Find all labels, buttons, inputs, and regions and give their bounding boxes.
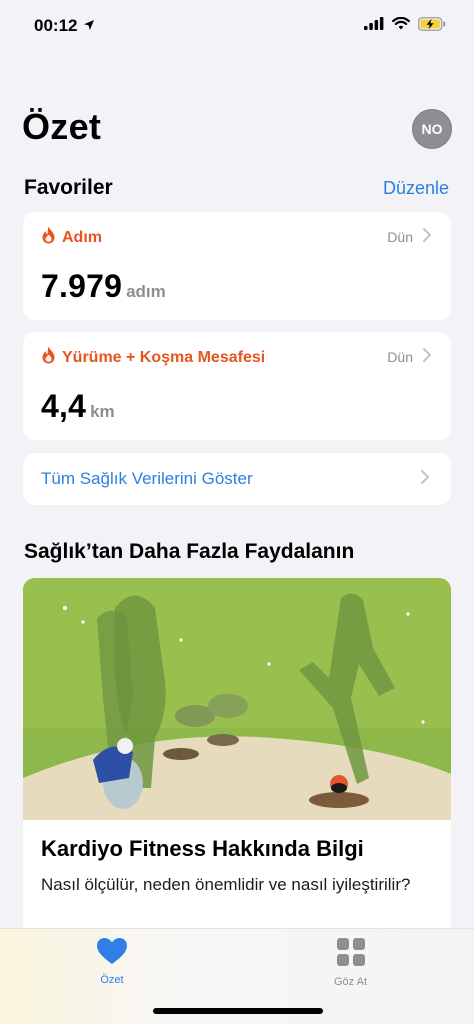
steps-date-label: Dün [387,228,413,245]
profile-avatar[interactable]: NO [412,109,452,149]
status-bar: 00:12 [0,0,474,52]
cellular-signal-icon [364,17,384,35]
cardio-fitness-illustration [23,578,451,820]
tab-summary[interactable]: Özet [96,937,128,986]
flame-icon [41,226,56,249]
steps-unit: adım [126,282,166,301]
steps-card-date: Dün [387,228,431,245]
show-all-health-data-button[interactable]: Tüm Sağlık Verilerini Göster [23,453,451,505]
steps-card[interactable]: Adım Dün 7.979 adım [23,212,451,320]
tab-browse-label: Göz At [334,976,368,988]
chevron-right-icon [423,228,431,245]
distance-date-label: Dün [387,348,413,365]
status-left: 00:12 [34,16,95,36]
steps-value: 7.979 [41,268,123,304]
battery-charging-icon [417,16,446,36]
steps-card-header: Adım [41,226,102,249]
tab-summary-label: Özet [100,974,124,986]
home-indicator [153,1008,323,1014]
more-section-title: Sağlık’tan Daha Fazla Faydalanın [24,540,355,563]
chevron-right-icon [421,469,429,489]
page-title: Özet [22,106,102,147]
distance-card[interactable]: Yürüme + Koşma Mesafesi Dün 4,4 km [23,332,451,440]
chevron-right-icon [423,348,431,365]
distance-card-label: Yürüme + Koşma Mesafesi [62,348,266,366]
distance-unit: km [90,402,115,421]
distance-card-date: Dün [387,348,431,365]
cardio-fitness-article-card[interactable]: Kardiyo Fitness Hakkında Bilgi Nasıl ölç… [23,578,451,928]
status-right [364,16,446,36]
steps-card-value: 7.979 adım [41,268,166,305]
article-subtitle: Nasıl ölçülür, neden önemlidir ve nasıl … [41,875,411,894]
edit-favorites-button[interactable]: Düzenle [383,178,449,199]
distance-card-header: Yürüme + Koşma Mesafesi [41,346,265,369]
distance-card-value: 4,4 km [41,388,115,425]
favorites-title: Favoriler [24,176,113,199]
heart-icon [96,937,128,970]
wifi-icon [392,16,410,35]
show-all-health-data-label: Tüm Sağlık Verilerini Göster [41,469,253,488]
flame-icon [41,346,56,369]
article-title: Kardiyo Fitness Hakkında Bilgi [41,836,364,861]
grid-icon [336,937,366,972]
distance-value: 4,4 [41,388,87,424]
steps-card-label: Adım [62,228,102,246]
tab-browse[interactable]: Göz At [334,937,367,988]
status-time: 00:12 [34,16,78,35]
location-arrow-icon [83,16,95,36]
